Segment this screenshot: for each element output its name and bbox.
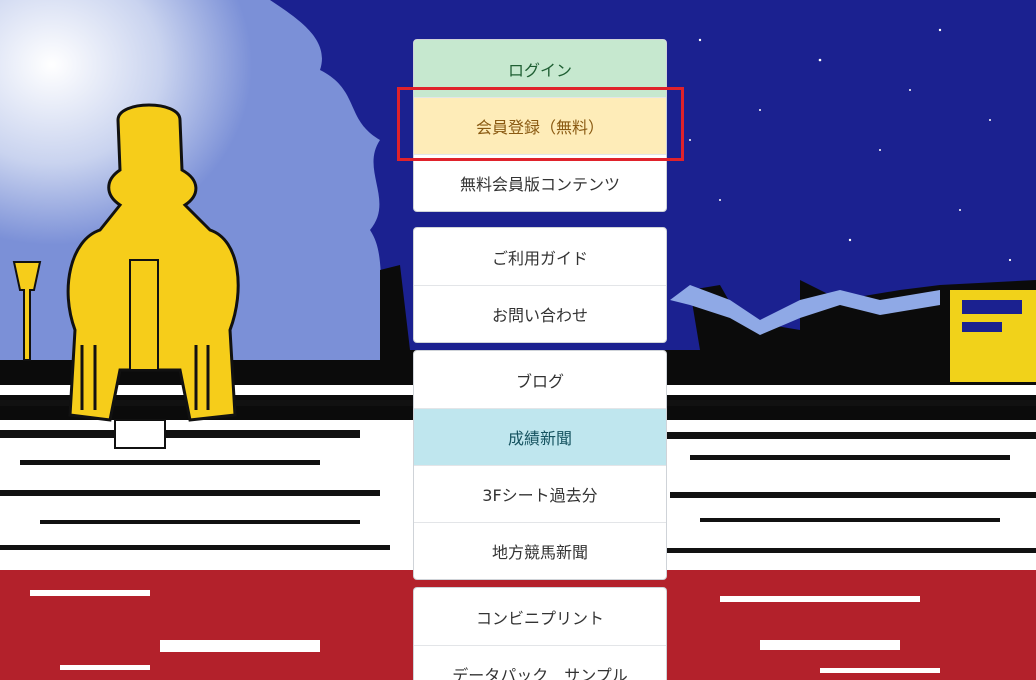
register-free-button[interactable]: 会員登録（無料） bbox=[414, 97, 666, 154]
data-pack-sample-link[interactable]: データパック サンプル bbox=[414, 645, 666, 680]
convenience-print-link[interactable]: コンビニプリント bbox=[414, 588, 666, 645]
menu-group-account: ログイン 会員登録（無料） 無料会員版コンテンツ bbox=[413, 39, 667, 212]
free-member-content-link[interactable]: 無料会員版コンテンツ bbox=[414, 154, 666, 211]
user-guide-link[interactable]: ご利用ガイド bbox=[414, 228, 666, 285]
menu-group-content: ブログ 成績新聞 3Fシート過去分 地方競馬新聞 bbox=[413, 350, 667, 580]
results-newspaper-link[interactable]: 成績新聞 bbox=[414, 408, 666, 465]
menu-group-help: ご利用ガイド お問い合わせ bbox=[413, 227, 667, 343]
local-racing-newspaper-link[interactable]: 地方競馬新聞 bbox=[414, 522, 666, 579]
3f-sheet-archive-link[interactable]: 3Fシート過去分 bbox=[414, 465, 666, 522]
billboard-illustration bbox=[950, 290, 1036, 382]
blog-link[interactable]: ブログ bbox=[414, 351, 666, 408]
contact-link[interactable]: お問い合わせ bbox=[414, 285, 666, 342]
login-button[interactable]: ログイン bbox=[414, 40, 666, 97]
menu-group-print: コンビニプリント データパック サンプル bbox=[413, 587, 667, 680]
